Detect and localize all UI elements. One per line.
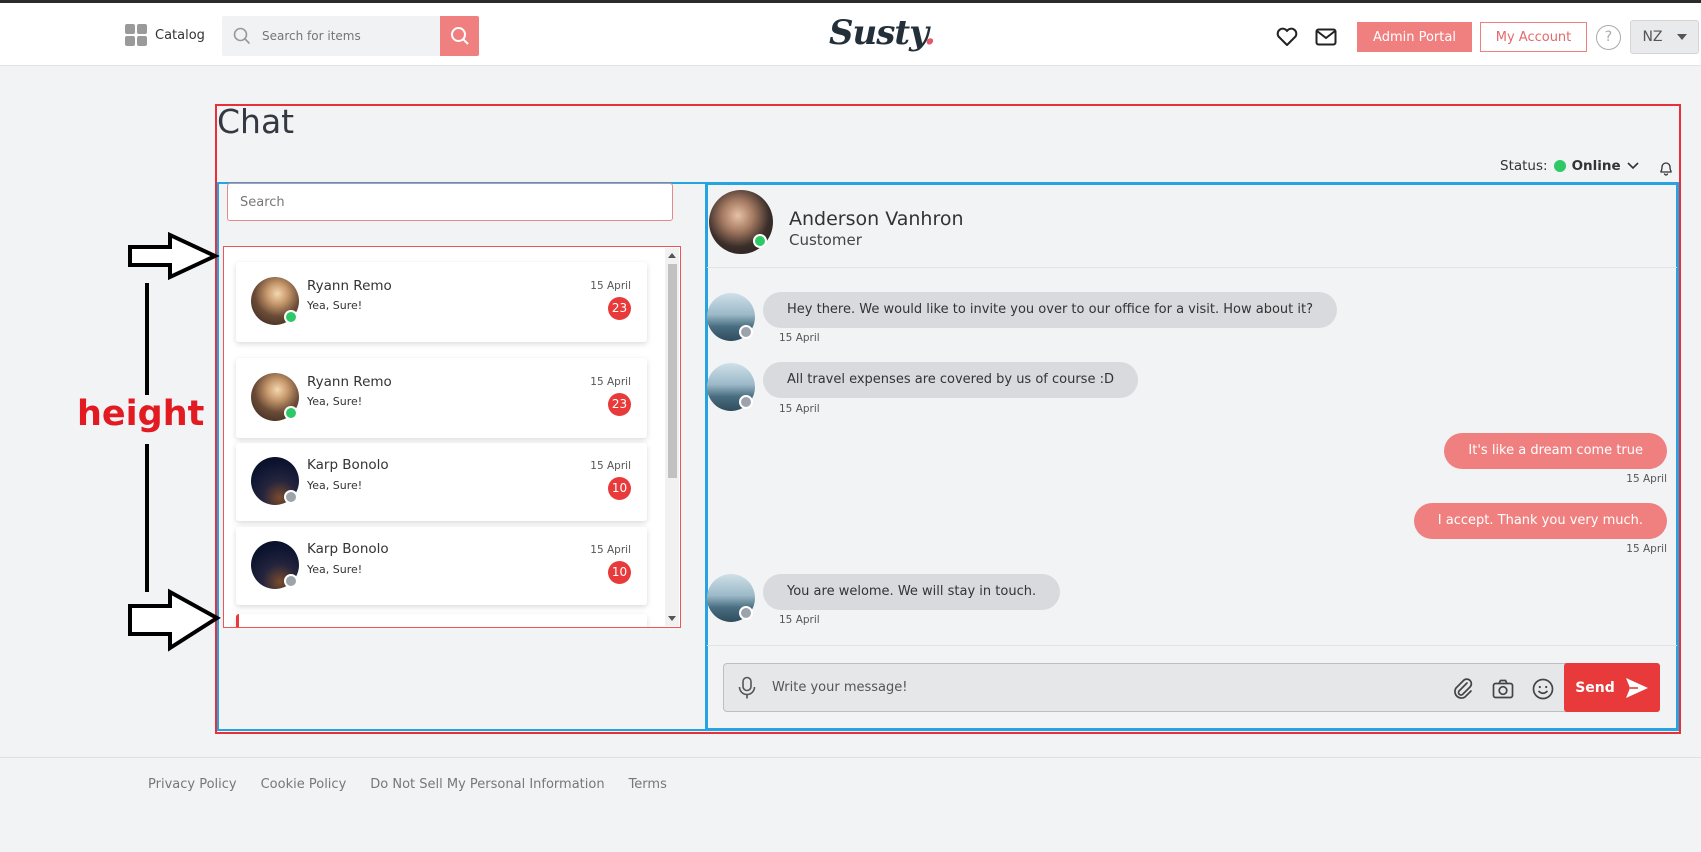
status-value: Online: [1571, 158, 1621, 174]
message-timestamp: 15 April: [779, 332, 820, 344]
do-not-sell-link[interactable]: Do Not Sell My Personal Information: [370, 777, 604, 792]
online-status-dot: [753, 234, 767, 248]
cookie-policy-link[interactable]: Cookie Policy: [261, 777, 347, 792]
scroll-up-icon[interactable]: [668, 253, 676, 258]
offline-status-dot: [284, 490, 298, 504]
message-date: 15 April: [590, 544, 631, 556]
footer-divider: [0, 757, 1701, 758]
send-label: Send: [1575, 679, 1615, 696]
unread-badge: 10: [608, 477, 631, 500]
chat-list-item[interactable]: Karp Bonolo Yea, Sure! 15 April 10: [236, 527, 647, 605]
site-header: Catalog Susty. Admin Portal My Account ?…: [0, 3, 1701, 66]
online-status-dot: [284, 406, 298, 420]
page-title: Chat: [217, 102, 295, 141]
chat-list-item[interactable]: Ryann Remo Yea, Sure! 15 April 23: [236, 358, 647, 438]
logo-text: Susty: [829, 13, 925, 53]
message-bubble-outgoing: It's like a dream come true: [1444, 433, 1667, 469]
unread-badge: 10: [608, 561, 631, 584]
message-timestamp: 15 April: [1626, 543, 1667, 555]
logo-dot: .: [923, 13, 936, 53]
privacy-policy-link[interactable]: Privacy Policy: [148, 777, 237, 792]
search-input[interactable]: [262, 29, 432, 43]
message-preview: Yea, Sure!: [307, 395, 363, 408]
annotation-arrow-top: [128, 231, 220, 281]
message-bubble-outgoing: I accept. Thank you very much.: [1413, 503, 1667, 539]
paperclip-icon[interactable]: [1451, 677, 1475, 701]
mail-icon[interactable]: [1314, 25, 1338, 49]
message-timestamp: 15 April: [1626, 473, 1667, 485]
grid-icon: [125, 24, 147, 46]
chevron-down-icon: [1627, 162, 1639, 170]
online-status-dot: [284, 310, 298, 324]
admin-portal-button[interactable]: Admin Portal: [1357, 22, 1472, 52]
footer-links: Privacy Policy Cookie Policy Do Not Sell…: [148, 777, 667, 792]
contact-name: Karp Bonolo: [307, 457, 389, 473]
contact-name: Ryann Remo: [307, 278, 392, 294]
contact-role: Customer: [789, 231, 862, 249]
message-bubble-incoming: You are welome. We will stay in touch.: [763, 574, 1061, 610]
camera-icon[interactable]: [1491, 677, 1515, 701]
contact-name: Anderson Vanhron: [789, 208, 964, 230]
send-arrow-icon: [1625, 677, 1648, 698]
chat-list-scrollbar[interactable]: [665, 248, 679, 626]
scrollbar-thumb[interactable]: [668, 264, 677, 478]
chat-list: Ryann Remo Yea, Sure! 15 April 23 Ryann …: [223, 246, 681, 628]
my-account-button[interactable]: My Account: [1480, 22, 1587, 52]
message-composer: Write your message! Send: [723, 663, 1660, 712]
message-timestamp: 15 April: [779, 614, 820, 626]
language-select[interactable]: NZ: [1630, 20, 1699, 54]
chat-list-item[interactable]: Ryann Remo Yea, Sure! 15 April 23: [236, 262, 647, 342]
emoji-icon[interactable]: [1531, 677, 1555, 701]
contact-name: Karp Bonolo: [307, 541, 389, 557]
language-value: NZ: [1642, 29, 1663, 45]
message-date: 15 April: [590, 376, 631, 388]
status-selector[interactable]: Status: Online: [1500, 158, 1639, 174]
annotation-line-top: [145, 283, 149, 395]
header-divider: [707, 267, 1677, 268]
message-preview: Yea, Sure!: [307, 299, 363, 312]
search-box: [222, 16, 479, 56]
message-date: 15 April: [590, 280, 631, 292]
microphone-icon[interactable]: [736, 676, 758, 700]
message-timestamp: 15 April: [779, 403, 820, 415]
annotation-line-bottom: [145, 444, 149, 592]
scroll-down-icon[interactable]: [668, 616, 676, 621]
chat-list-item[interactable]: [236, 614, 647, 627]
heart-icon[interactable]: [1275, 25, 1299, 49]
chevron-down-icon: [1676, 34, 1687, 40]
search-icon: [450, 27, 469, 45]
bell-icon[interactable]: [1658, 160, 1674, 176]
message-preview: Yea, Sure!: [307, 479, 363, 492]
message-date: 15 April: [590, 460, 631, 472]
site-logo[interactable]: Susty.: [829, 13, 936, 53]
terms-link[interactable]: Terms: [629, 777, 667, 792]
send-button[interactable]: Send: [1564, 663, 1660, 712]
offline-status-dot: [284, 574, 298, 588]
chat-list-item[interactable]: Karp Bonolo Yea, Sure! 15 April 10: [236, 443, 647, 521]
chat-search-input[interactable]: Search: [227, 183, 673, 221]
unread-badge: 23: [608, 393, 631, 416]
composer-divider: [707, 645, 1677, 646]
offline-status-dot: [739, 395, 753, 409]
annotation-height-label: height: [77, 394, 205, 434]
status-label: Status:: [1500, 158, 1548, 174]
unread-badge: 23: [608, 297, 631, 320]
online-dot: [1553, 160, 1566, 172]
help-icon[interactable]: ?: [1596, 25, 1621, 50]
contact-name: Ryann Remo: [307, 374, 392, 390]
message-bubble-incoming: All travel expenses are covered by us of…: [763, 362, 1138, 398]
offline-status-dot: [739, 325, 753, 339]
offline-status-dot: [739, 606, 753, 620]
annotation-arrow-bottom: [128, 588, 221, 652]
catalog-label: Catalog: [155, 27, 205, 43]
catalog-button[interactable]: Catalog: [125, 24, 205, 46]
search-submit-button[interactable]: [440, 16, 479, 56]
message-bubble-incoming: Hey there. We would like to invite you o…: [763, 292, 1337, 328]
search-icon: [222, 16, 262, 56]
message-input[interactable]: Write your message!: [772, 680, 907, 695]
message-preview: Yea, Sure!: [307, 563, 363, 576]
